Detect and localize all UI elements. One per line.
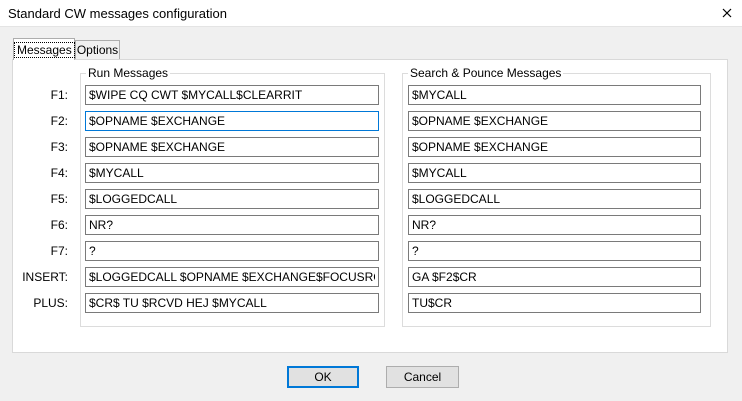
run-f6-input[interactable] <box>85 215 379 235</box>
label-f6: F6: <box>50 218 68 232</box>
label-f2: F2: <box>50 114 68 128</box>
window-title: Standard CW messages configuration <box>8 6 227 21</box>
run-f1-input[interactable] <box>85 85 379 105</box>
tab-messages[interactable]: Messages <box>13 38 75 60</box>
run-plus-input[interactable] <box>85 293 379 313</box>
label-f3: F3: <box>50 140 68 154</box>
sp-messages-title: Search & Pounce Messages <box>410 66 562 80</box>
label-f4: F4: <box>50 166 68 180</box>
tab-options-label: Options <box>76 43 119 57</box>
tab-options[interactable]: Options <box>75 40 120 59</box>
run-f5-input[interactable] <box>85 189 379 209</box>
label-plus: PLUS: <box>33 296 68 310</box>
sp-f4-input[interactable] <box>408 163 701 183</box>
ok-button[interactable]: OK <box>287 366 359 388</box>
run-f2-input[interactable] <box>85 111 379 131</box>
sp-f5-input[interactable] <box>408 189 701 209</box>
close-button[interactable] <box>712 0 742 26</box>
run-messages-title: Run Messages <box>88 66 169 80</box>
cancel-button[interactable]: Cancel <box>386 366 459 388</box>
sp-f3-input[interactable] <box>408 137 701 157</box>
sp-f7-input[interactable] <box>408 241 701 261</box>
sp-f2-input[interactable] <box>408 111 701 131</box>
label-insert: INSERT: <box>22 270 68 284</box>
tab-messages-label: Messages <box>14 42 75 58</box>
sp-insert-input[interactable] <box>408 267 701 287</box>
run-insert-input[interactable] <box>85 267 379 287</box>
run-f4-input[interactable] <box>85 163 379 183</box>
label-f5: F5: <box>50 192 68 206</box>
run-f7-input[interactable] <box>85 241 379 261</box>
sp-plus-input[interactable] <box>408 293 701 313</box>
close-icon <box>722 8 732 18</box>
label-f1: F1: <box>50 88 68 102</box>
sp-f6-input[interactable] <box>408 215 701 235</box>
run-f3-input[interactable] <box>85 137 379 157</box>
title-bar: Standard CW messages configuration <box>0 0 742 27</box>
label-f7: F7: <box>50 244 68 258</box>
sp-f1-input[interactable] <box>408 85 701 105</box>
